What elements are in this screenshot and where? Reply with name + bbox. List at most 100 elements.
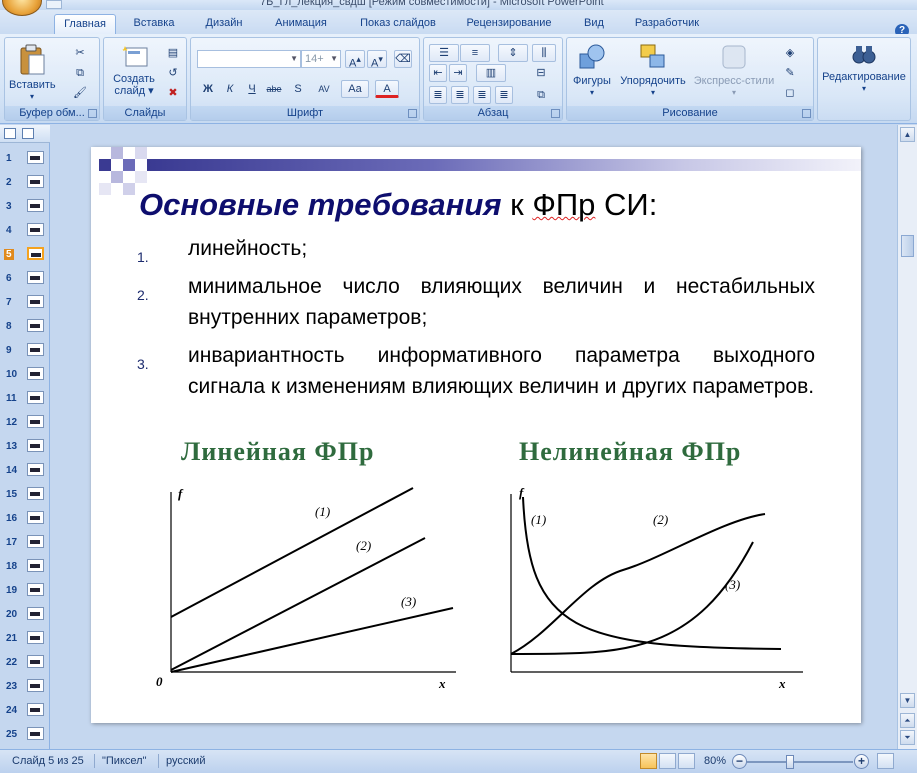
smartart-icon[interactable]: ⧉ <box>532 86 550 104</box>
slide-thumbnail[interactable]: 5 <box>0 243 50 267</box>
scroll-down-icon[interactable]: ▼ <box>900 693 915 708</box>
drawing-launcher-icon[interactable] <box>802 109 811 118</box>
slide-thumbnail[interactable]: 3 <box>0 195 50 219</box>
list-item[interactable]: 3. инвариантность информативного парамет… <box>137 340 815 402</box>
tab-slideshow[interactable]: Показ слайдов <box>350 14 446 34</box>
font-size-combo[interactable]: 14+ ▼ <box>301 50 341 68</box>
align-left-icon[interactable]: ≣ <box>429 86 447 104</box>
left-chart-title[interactable]: Линейная ФПр <box>181 437 374 467</box>
font-color-button[interactable]: A <box>375 80 399 98</box>
current-slide[interactable]: Основные требования к ФПр СИ: 1. линейно… <box>91 147 861 723</box>
decrease-indent-icon[interactable]: ⇤ <box>429 64 447 82</box>
layout-icon[interactable]: ▤ <box>164 44 182 62</box>
slide-thumbnail[interactable]: 19 <box>0 579 50 603</box>
tab-developer[interactable]: Разработчик <box>624 14 710 34</box>
scroll-thumb[interactable] <box>901 235 914 257</box>
slide-thumbnail[interactable]: 23 <box>0 675 50 699</box>
grow-font-icon[interactable]: A▴ <box>345 50 365 70</box>
tab-animation[interactable]: Анимация <box>264 14 338 34</box>
slide-thumbnail[interactable]: 16 <box>0 507 50 531</box>
editing-button[interactable]: Редактирование ▾ <box>820 42 908 95</box>
right-chart-title[interactable]: Нелинейная ФПр <box>519 437 741 467</box>
slide-thumbnail[interactable]: 11 <box>0 387 50 411</box>
zoom-slider-track[interactable] <box>747 761 853 763</box>
slide-thumbnail[interactable]: 6 <box>0 267 50 291</box>
char-spacing-button[interactable]: AV <box>311 80 337 98</box>
slide-thumbnail[interactable]: 9 <box>0 339 50 363</box>
quick-styles-button[interactable]: Экспресс-стили ▾ <box>691 42 777 99</box>
paragraph-launcher-icon[interactable] <box>551 109 560 118</box>
slide-thumbnail[interactable]: 4 <box>0 219 50 243</box>
slide-thumbnail[interactable]: 22 <box>0 651 50 675</box>
tab-insert[interactable]: Вставка <box>124 14 184 34</box>
shadow-button[interactable]: S <box>289 80 307 98</box>
tab-home[interactable]: Главная <box>54 14 116 34</box>
delete-slide-icon[interactable]: ✖ <box>164 84 182 102</box>
zoom-level[interactable]: 80% <box>704 755 726 767</box>
bullets-icon[interactable]: ☰ <box>429 44 459 62</box>
columns-icon[interactable]: ▥ <box>476 64 506 82</box>
paste-button[interactable]: Вставить ▾ <box>9 44 56 103</box>
normal-view-icon[interactable] <box>640 753 657 769</box>
numbering-icon[interactable]: ≡ <box>460 44 490 62</box>
slide-thumbnail[interactable]: 12 <box>0 411 50 435</box>
slide-thumbnail[interactable]: 20 <box>0 603 50 627</box>
linear-graph[interactable]: f x 0 (1) (2) (3) <box>151 482 471 692</box>
slide-thumbnail[interactable]: 15 <box>0 483 50 507</box>
next-slide-icon[interactable]: ⏷ <box>900 730 915 745</box>
arrange-button[interactable]: Упорядочить ▾ <box>617 42 689 99</box>
format-painter-icon[interactable]: 🖌 <box>71 84 89 102</box>
line-spacing-icon[interactable]: ⇕ <box>498 44 528 62</box>
slide-thumbnail[interactable]: 8 <box>0 315 50 339</box>
slide-thumbnail[interactable]: 21 <box>0 627 50 651</box>
align-center-icon[interactable]: ≣ <box>451 86 469 104</box>
language-indicator[interactable]: русский <box>166 755 205 767</box>
copy-icon[interactable]: ⧉ <box>71 64 89 82</box>
nonlinear-graph[interactable]: f x (1) (2) (3) <box>493 482 813 692</box>
clipboard-launcher-icon[interactable] <box>88 109 97 118</box>
align-text-icon[interactable]: ⊟ <box>532 64 550 82</box>
list-item[interactable]: 1. линейность; <box>137 233 815 265</box>
slide-thumbnail[interactable]: 10 <box>0 363 50 387</box>
shrink-font-icon[interactable]: A▾ <box>367 50 387 70</box>
justify-icon[interactable]: ≣ <box>495 86 513 104</box>
slide-thumbnail[interactable]: 1 <box>0 147 50 171</box>
zoom-in-icon[interactable]: + <box>854 754 869 769</box>
slide-thumbnail[interactable]: 25 <box>0 723 50 747</box>
slide-thumbnail[interactable]: 14 <box>0 459 50 483</box>
previous-slide-icon[interactable]: ⏶ <box>900 713 915 728</box>
font-launcher-icon[interactable] <box>408 109 417 118</box>
tab-review[interactable]: Рецензирование <box>456 14 562 34</box>
shapes-button[interactable]: Фигуры ▾ <box>569 42 615 99</box>
slide-thumbnail[interactable]: 17 <box>0 531 50 555</box>
bold-button[interactable]: Ж <box>199 80 217 98</box>
underline-button[interactable]: Ч <box>243 80 261 98</box>
font-name-combo[interactable]: ▼ <box>197 50 301 68</box>
slide-thumbnail[interactable]: 13 <box>0 435 50 459</box>
cut-icon[interactable]: ✂ <box>71 44 89 62</box>
slideshow-view-icon[interactable] <box>678 753 695 769</box>
tab-design[interactable]: Дизайн <box>196 14 252 34</box>
slides-tab-icon[interactable] <box>4 128 16 139</box>
strikethrough-button[interactable]: abe <box>265 80 283 98</box>
scroll-up-icon[interactable]: ▲ <box>900 127 915 142</box>
reset-icon[interactable]: ↺ <box>164 64 182 82</box>
change-case-button[interactable]: Aa <box>341 80 369 98</box>
slide-thumbnail[interactable]: 24 <box>0 699 50 723</box>
clear-format-icon[interactable]: ⌫ <box>394 50 412 68</box>
quick-access-save-icon[interactable] <box>46 0 62 9</box>
italic-button[interactable]: К <box>221 80 239 98</box>
shape-effects-icon[interactable]: ◻ <box>781 84 799 102</box>
increase-indent-icon[interactable]: ⇥ <box>449 64 467 82</box>
new-slide-button[interactable]: Создать слайд ▾ <box>108 44 160 97</box>
align-right-icon[interactable]: ≣ <box>473 86 491 104</box>
vertical-scrollbar[interactable]: ▲ ▼ ⏶ ⏷ <box>897 125 917 749</box>
list-item[interactable]: 2. минимальное число влияющих величин и … <box>137 271 815 333</box>
slide-sorter-icon[interactable] <box>659 753 676 769</box>
outline-tab-icon[interactable] <box>22 128 34 139</box>
zoom-slider-thumb[interactable] <box>786 755 794 769</box>
slide-thumbnail[interactable]: 18 <box>0 555 50 579</box>
slide-thumbnail[interactable]: 2 <box>0 171 50 195</box>
slide-thumbnail[interactable]: 7 <box>0 291 50 315</box>
tab-view[interactable]: Вид <box>576 14 612 34</box>
